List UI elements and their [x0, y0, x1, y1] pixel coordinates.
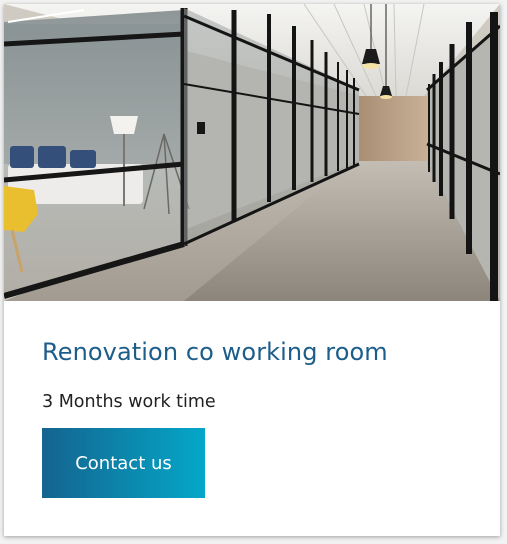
office-corridor-image: [4, 4, 500, 301]
project-card: Renovation co working room 3 Months work…: [4, 4, 500, 536]
contact-us-button[interactable]: Contact us: [42, 428, 205, 498]
card-title: Renovation co working room: [42, 338, 388, 366]
card-subtitle: 3 Months work time: [42, 392, 216, 412]
